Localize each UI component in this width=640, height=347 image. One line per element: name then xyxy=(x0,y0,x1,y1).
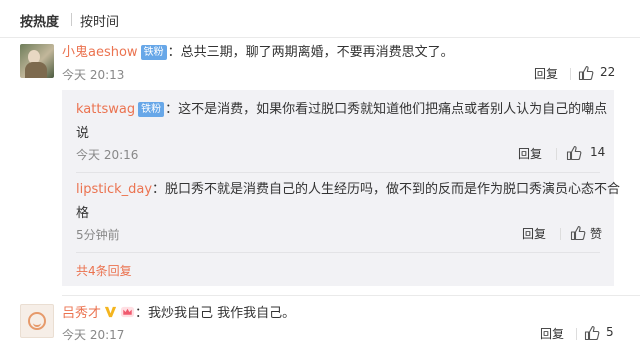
sort-divider xyxy=(71,13,72,26)
action-divider xyxy=(556,148,557,160)
action-divider xyxy=(576,328,577,340)
like-count: 22 xyxy=(600,65,616,79)
reply-line: lipstick_day：脱口秀不就是消费自己的人生经历吗，做不到的反而是作为脱… xyxy=(76,178,620,197)
verified-v-icon xyxy=(104,306,117,318)
action-divider xyxy=(570,68,571,80)
tab-sort-by-hot[interactable]: 按热度 xyxy=(20,11,59,30)
comment-username[interactable]: 小鬼aeshow xyxy=(62,45,138,60)
thumbs-up-icon[interactable] xyxy=(570,225,586,241)
comment-username[interactable]: 吕秀才 xyxy=(62,306,101,321)
like-count: 14 xyxy=(590,145,606,159)
avatar[interactable] xyxy=(20,304,54,338)
reply-text-continued: 格 xyxy=(76,206,90,221)
vip-crown-icon xyxy=(120,306,135,318)
reply-text: ：脱口秀不就是消费自己的人生经历吗，做不到的反而是作为脱口秀演员心态不合 xyxy=(152,182,621,197)
default-face-avatar xyxy=(28,312,46,330)
reply-text: ：这不是消费，如果你看过脱口秀就知道他们把痛点或者别人认为自己的嘲点 xyxy=(165,102,608,117)
thumbs-up-icon[interactable] xyxy=(566,145,582,161)
comment-actions: 回复 5 xyxy=(520,325,620,343)
comment-text: ：总共三期，聊了两期离婚，不要再消费思文了。 xyxy=(167,45,454,60)
sort-bar: 按热度 按时间 xyxy=(0,0,640,38)
reply-thread: kattswag 铁粉 ：这不是消费，如果你看过脱口秀就知道他们把痛点或者别人认为自… xyxy=(62,90,620,286)
comment-divider xyxy=(62,295,640,296)
reply-button[interactable]: 回复 xyxy=(522,225,546,242)
more-replies-link[interactable]: 共4条回复 xyxy=(76,262,132,279)
reply-line: kattswag 铁粉 ：这不是消费，如果你看过脱口秀就知道他们把痛点或者别人认为自… xyxy=(76,98,607,117)
reply-actions: 回复 14 xyxy=(518,145,614,163)
fan-badge: 铁粉 xyxy=(140,45,167,60)
tab-sort-by-time[interactable]: 按时间 xyxy=(80,11,119,30)
comment-text: ：我炒我自己 我作我自己。 xyxy=(135,306,296,321)
reply-time: 今天 20:16 xyxy=(76,148,139,162)
reply-text-continued: 说 xyxy=(76,126,90,141)
reply-username[interactable]: kattswag xyxy=(76,102,135,117)
avatar[interactable] xyxy=(20,44,54,78)
fan-badge: 铁粉 xyxy=(138,102,165,117)
like-label: 赞 xyxy=(590,227,603,241)
comment-line: 小鬼aeshow 铁粉 ：总共三期，聊了两期离婚，不要再消费思文了。 xyxy=(62,41,454,60)
reply-actions: 回复 赞 xyxy=(522,225,614,243)
reply-button[interactable]: 回复 xyxy=(518,145,542,162)
comment-actions: 回复 22 xyxy=(520,65,620,83)
comment-time: 今天 20:17 xyxy=(62,328,125,342)
reply-divider xyxy=(76,252,600,253)
reply-button[interactable]: 回复 xyxy=(540,325,564,342)
comment-line: 吕秀才 ：我炒我自己 我作我自己。 xyxy=(62,302,295,321)
thumbs-up-icon[interactable] xyxy=(578,65,594,81)
reply-time: 5分钟前 xyxy=(76,228,120,242)
like-count: 5 xyxy=(606,325,614,339)
reply-username[interactable]: lipstick_day xyxy=(76,182,152,197)
thumbs-up-icon[interactable] xyxy=(584,325,600,341)
comment-time: 今天 20:13 xyxy=(62,68,125,82)
reply-button[interactable]: 回复 xyxy=(534,65,558,82)
reply-divider xyxy=(76,172,600,173)
action-divider xyxy=(560,228,561,240)
